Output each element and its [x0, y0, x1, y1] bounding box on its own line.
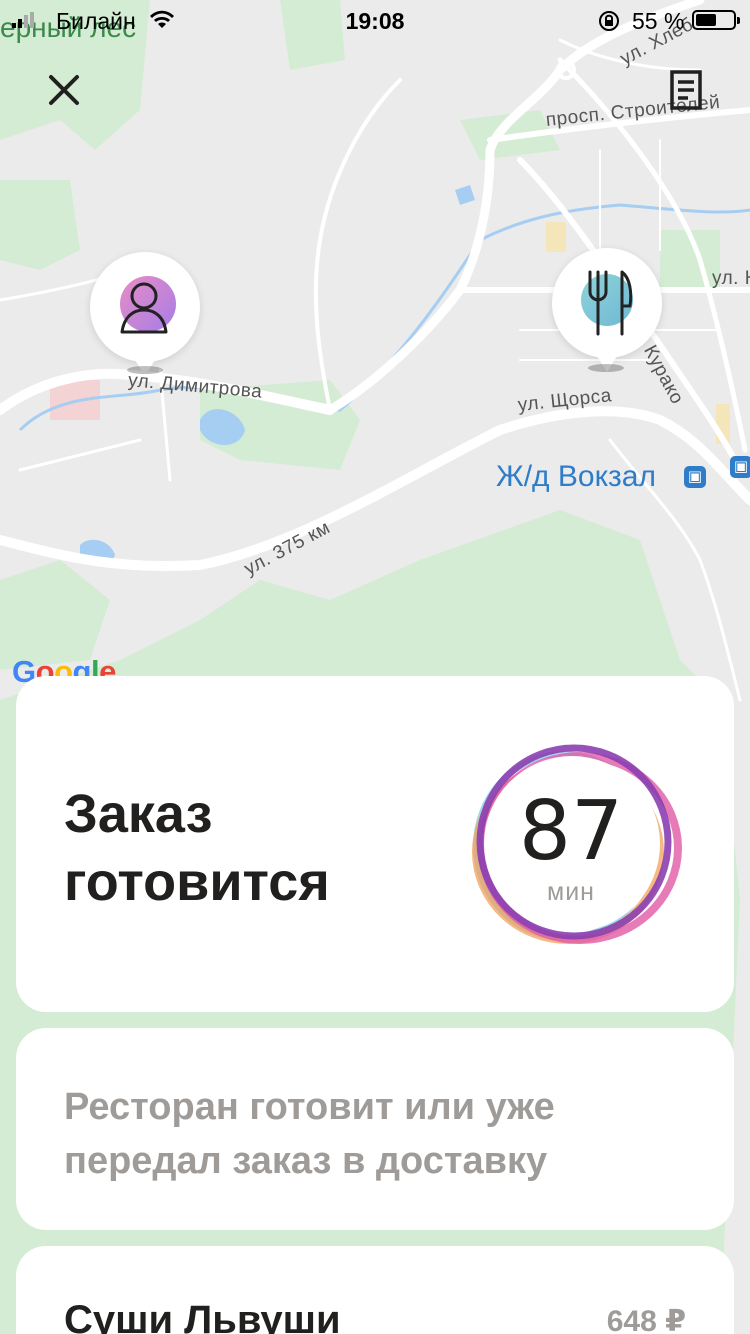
- restaurant-name: Суши Львуши: [64, 1298, 341, 1334]
- map-label-ul-k: ул. К: [712, 268, 750, 289]
- receipt-icon: [670, 70, 702, 110]
- close-button[interactable]: [40, 66, 88, 114]
- info-card: Ресторан готовит или уже передал заказ в…: [16, 1028, 734, 1230]
- user-icon: [120, 276, 176, 334]
- rotation-lock-icon: [599, 11, 619, 31]
- timer-value: 87: [518, 784, 624, 879]
- close-icon: [49, 75, 79, 105]
- battery-icon: [692, 10, 740, 30]
- train-station-icon: ▣: [684, 466, 706, 488]
- map-label-station: Ж/д Вокзал: [496, 460, 656, 493]
- timer-unit: мин: [547, 878, 595, 906]
- receipt-button[interactable]: [664, 68, 708, 112]
- train-station-icon: ▣: [730, 456, 750, 478]
- info-text: Ресторан готовит или уже передал заказ в…: [64, 1086, 555, 1182]
- pin-shadow: [127, 366, 163, 374]
- fork-knife-icon: [581, 270, 633, 336]
- restaurant-pin[interactable]: [552, 248, 662, 372]
- order-summary-card[interactable]: Суши Львуши 648 ₽: [16, 1246, 734, 1334]
- pin-shadow: [588, 364, 624, 372]
- status-bar: Билайн 19:08 55 %: [0, 0, 750, 40]
- battery-percent: 55 %: [632, 8, 685, 34]
- order-price: 648 ₽: [606, 1305, 686, 1334]
- order-status-title: Заказ готовится: [64, 784, 330, 912]
- timer-ring: 87 мин: [456, 738, 686, 950]
- customer-pin[interactable]: [90, 252, 200, 376]
- order-status-card: Заказ готовится 87 мин: [16, 676, 734, 1012]
